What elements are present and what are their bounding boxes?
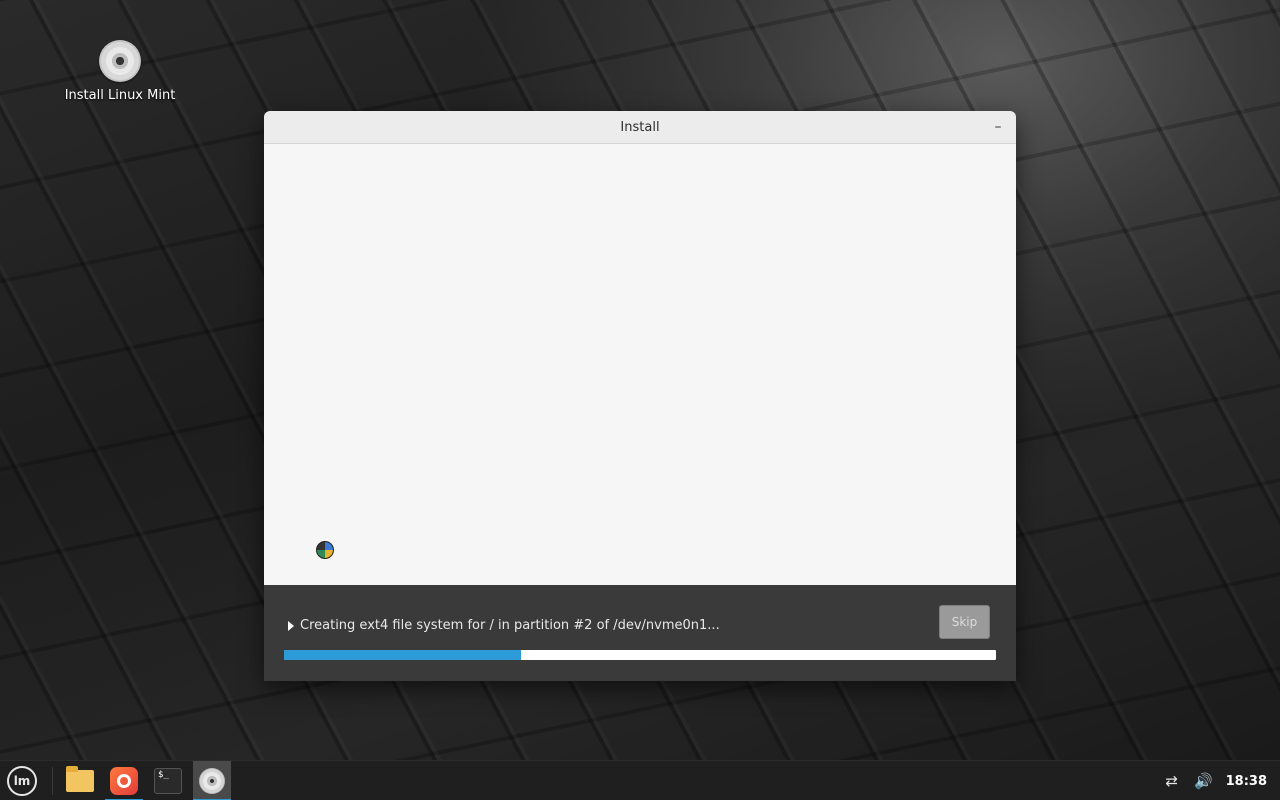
install-progress-bar-area: Creating ext4 file system for / in parti… [264, 585, 1016, 681]
desktop-icon-install-linux-mint[interactable]: Install Linux Mint [60, 40, 180, 103]
clock[interactable]: 18:38 [1226, 774, 1267, 789]
taskbar-separator [52, 767, 53, 795]
taskbar-launcher-firefox[interactable] [105, 761, 143, 800]
skip-button[interactable]: Skip [939, 605, 990, 639]
folder-icon [66, 766, 94, 792]
terminal-icon: $_ [154, 768, 182, 794]
status-expander[interactable]: Creating ext4 file system for / in parti… [288, 618, 720, 633]
taskbar-window-installer[interactable] [193, 761, 231, 800]
status-text: Creating ext4 file system for / in parti… [300, 618, 720, 633]
minimize-button[interactable]: – [988, 117, 1008, 137]
desktop: Install Linux Mint Install – Creating ex… [0, 0, 1280, 760]
firefox-icon [110, 767, 138, 795]
menu-button[interactable]: lm [0, 761, 44, 800]
window-title: Install [620, 119, 660, 135]
desktop-icon-label: Install Linux Mint [64, 88, 176, 103]
window-titlebar[interactable]: Install – [264, 111, 1016, 144]
install-window: Install – Creating ext4 file system for … [264, 111, 1016, 681]
taskbar-launcher-files[interactable] [61, 761, 99, 800]
progress-bar [284, 650, 996, 660]
busy-spinner-icon [316, 541, 334, 559]
slideshow-area [264, 144, 1016, 585]
system-tray: ⇄ 🔊 18:38 [1162, 761, 1280, 800]
network-disconnected-icon[interactable]: ⇄ [1162, 772, 1182, 790]
taskbar-launcher-terminal[interactable]: $_ [149, 761, 187, 800]
disc-icon [99, 40, 141, 82]
expander-arrow-icon[interactable] [288, 620, 294, 631]
taskbar: lm $_ ⇄ 🔊 18:38 [0, 760, 1280, 800]
volume-icon[interactable]: 🔊 [1194, 772, 1214, 790]
progress-bar-fill [284, 650, 522, 660]
disc-icon [199, 768, 225, 794]
linux-mint-logo-icon: lm [7, 766, 37, 796]
